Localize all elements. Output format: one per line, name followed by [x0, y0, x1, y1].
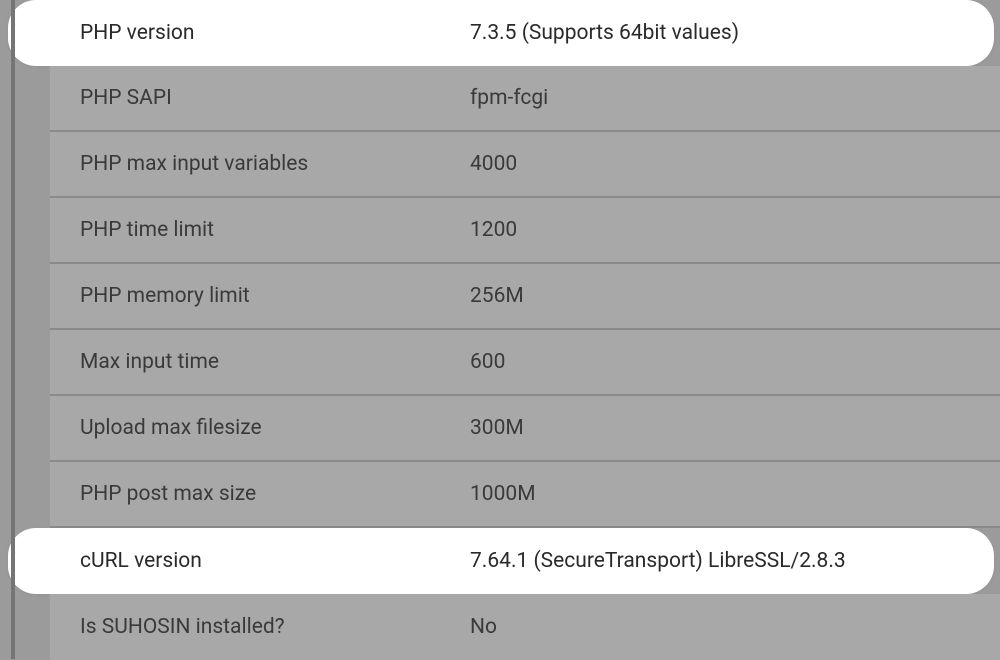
value-max-input-time: 600: [470, 350, 1000, 374]
value-php-sapi: fpm-fcgi: [470, 86, 1000, 110]
row-php-sapi: PHP SAPI fpm-fcgi: [50, 66, 1000, 132]
row-suhosin: Is SUHOSIN installed? No: [50, 594, 1000, 660]
label-curl-version: cURL version: [80, 549, 470, 573]
info-table: PHP version 7.3.5 (Supports 64bit values…: [50, 0, 1000, 660]
value-php-post-max-size: 1000M: [470, 482, 1000, 506]
value-php-memory-limit: 256M: [470, 284, 1000, 308]
label-max-input-time: Max input time: [80, 350, 470, 374]
label-php-version: PHP version: [80, 21, 470, 45]
value-php-version: 7.3.5 (Supports 64bit values): [470, 21, 994, 45]
row-php-version: PHP version 7.3.5 (Supports 64bit values…: [8, 0, 994, 66]
row-upload-max-filesize: Upload max filesize 300M: [50, 396, 1000, 462]
value-php-time-limit: 1200: [470, 218, 1000, 242]
label-php-post-max-size: PHP post max size: [80, 482, 470, 506]
value-upload-max-filesize: 300M: [470, 416, 1000, 440]
value-php-max-input-vars: 4000: [470, 152, 1000, 176]
label-php-time-limit: PHP time limit: [80, 218, 470, 242]
label-php-max-input-vars: PHP max input variables: [80, 152, 470, 176]
row-php-time-limit: PHP time limit 1200: [50, 198, 1000, 264]
left-border: [11, 0, 15, 659]
row-php-max-input-vars: PHP max input variables 4000: [50, 132, 1000, 198]
label-upload-max-filesize: Upload max filesize: [80, 416, 470, 440]
label-php-sapi: PHP SAPI: [80, 86, 470, 110]
value-curl-version: 7.64.1 (SecureTransport) LibreSSL/2.8.3: [470, 549, 994, 573]
value-suhosin: No: [470, 615, 1000, 639]
row-max-input-time: Max input time 600: [50, 330, 1000, 396]
system-info-panel: PHP version 7.3.5 (Supports 64bit values…: [0, 0, 1000, 659]
row-php-memory-limit: PHP memory limit 256M: [50, 264, 1000, 330]
label-suhosin: Is SUHOSIN installed?: [80, 615, 470, 639]
row-php-post-max-size: PHP post max size 1000M: [50, 462, 1000, 528]
label-php-memory-limit: PHP memory limit: [80, 284, 470, 308]
row-curl-version: cURL version 7.64.1 (SecureTransport) Li…: [8, 528, 994, 594]
